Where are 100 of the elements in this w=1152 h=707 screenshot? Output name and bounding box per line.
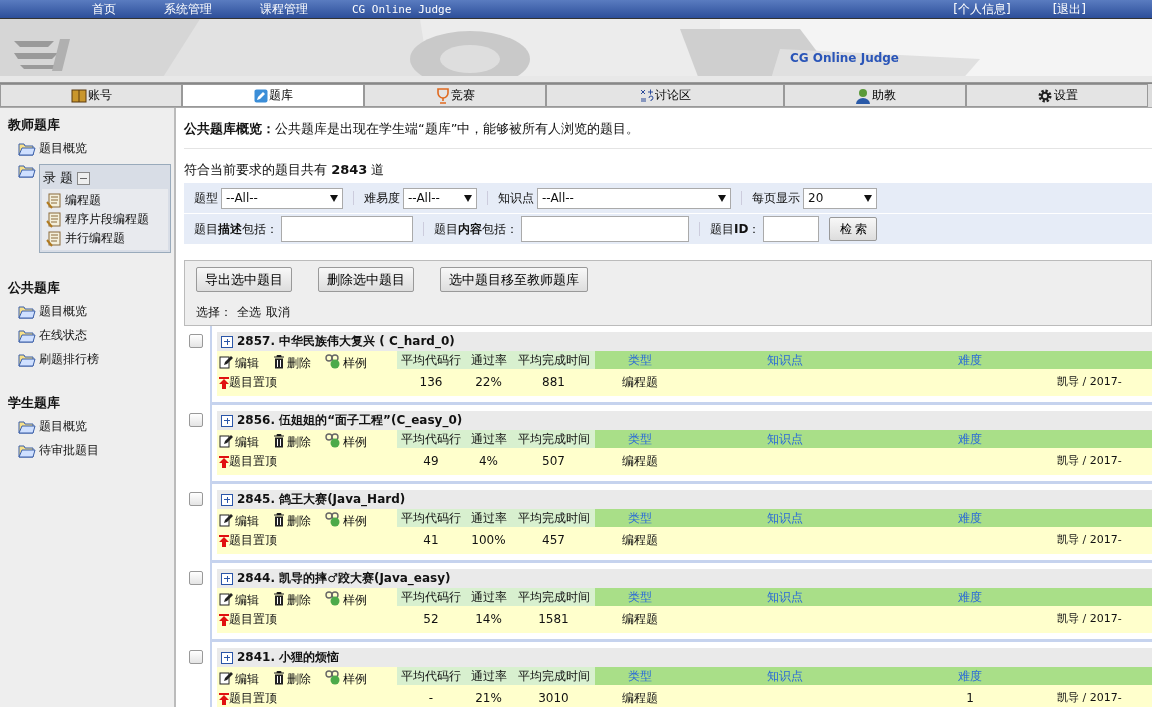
table-cell: 编程题 xyxy=(622,691,658,705)
action-link[interactable]: 样例 xyxy=(325,430,367,451)
nav-link[interactable]: 课程管理 xyxy=(260,0,308,18)
input-field[interactable] xyxy=(281,216,413,242)
column-header: 平均代码行 xyxy=(397,588,465,606)
column-header: 平均完成时间 xyxy=(512,588,595,606)
tab[interactable]: 设置 xyxy=(966,84,1148,107)
tab[interactable]: 题库 xyxy=(182,84,364,107)
select-link[interactable]: 全选 xyxy=(237,304,261,321)
checkbox[interactable] xyxy=(189,413,203,427)
action-link[interactable]: 删除 xyxy=(273,351,311,372)
sidebar-item[interactable]: 待审批题目 xyxy=(39,442,99,459)
checkbox[interactable] xyxy=(189,650,203,664)
up-arrow-icon xyxy=(219,375,229,389)
action-link[interactable]: 样例 xyxy=(325,588,367,609)
edit-icon xyxy=(219,512,233,527)
column-header: 通过率 xyxy=(465,351,512,369)
action-link[interactable]: 编辑 xyxy=(219,667,259,688)
action-link[interactable]: 删除 xyxy=(273,667,311,688)
document-icon xyxy=(46,211,62,228)
checkbox[interactable] xyxy=(189,492,203,506)
select-field[interactable]: --All-- xyxy=(403,187,477,209)
tab[interactable]: 助教 xyxy=(784,84,966,107)
select-field[interactable]: 20 xyxy=(803,187,877,209)
column-header: 类型 xyxy=(595,588,685,606)
table-cell: 编程题 xyxy=(622,533,658,547)
expand-icon[interactable] xyxy=(221,493,233,506)
table-cell: 凯导 / 2017- xyxy=(1057,691,1122,704)
up-arrow-icon xyxy=(219,612,229,626)
dropdown-arrow-icon xyxy=(864,194,872,202)
action-link[interactable]: 编辑 xyxy=(219,430,259,451)
action-link[interactable]: 删除 xyxy=(273,509,311,530)
edit-icon xyxy=(219,670,233,685)
checkbox[interactable] xyxy=(189,571,203,585)
action-link[interactable]: 样例 xyxy=(325,351,367,372)
column-header: 类型 xyxy=(595,509,685,527)
expand-icon[interactable] xyxy=(221,335,233,348)
up-arrow-icon xyxy=(219,454,229,468)
table-cell: - xyxy=(428,691,434,705)
pin-link[interactable]: 题目置顶 xyxy=(217,530,397,550)
pin-link[interactable]: 题目置顶 xyxy=(217,609,397,629)
table-cell: 457 xyxy=(542,533,565,547)
sidebar-item[interactable]: 题目概览 xyxy=(39,418,87,435)
person-icon xyxy=(854,87,871,104)
column-header: 难度 xyxy=(885,588,1055,606)
action-button[interactable]: 选中题目移至教师题库 xyxy=(440,267,588,292)
nav-link[interactable]: [个人信息] xyxy=(953,0,1011,18)
select-field[interactable]: --All-- xyxy=(221,187,343,209)
sidebar-item[interactable]: 题目概览 xyxy=(39,140,87,157)
sidebar-item[interactable]: 编程题 xyxy=(65,192,101,209)
expand-icon[interactable] xyxy=(221,572,233,585)
tab[interactable]: 竞赛 xyxy=(364,84,546,107)
search-button[interactable]: 检 索 xyxy=(829,217,878,241)
input-field[interactable] xyxy=(763,216,820,242)
tab[interactable]: 账号 xyxy=(0,84,182,107)
document-icon xyxy=(46,230,62,247)
edit-icon xyxy=(219,354,233,369)
pin-link[interactable]: 题目置顶 xyxy=(217,688,397,707)
nav-link[interactable]: 系统管理 xyxy=(164,0,212,18)
book-icon xyxy=(70,87,87,104)
sidebar-item[interactable]: 并行编程题 xyxy=(65,230,125,247)
sidebar-item[interactable]: 题目概览 xyxy=(39,303,87,320)
nav-link[interactable]: [退出] xyxy=(1052,0,1086,18)
action-link[interactable]: 编辑 xyxy=(219,351,259,372)
trash-icon xyxy=(273,512,285,527)
action-link[interactable]: 编辑 xyxy=(219,588,259,609)
expand-icon[interactable] xyxy=(221,651,233,664)
action-link[interactable]: 样例 xyxy=(325,509,367,530)
problem-title[interactable]: 2845. 鸽王大赛(Java_Hard) xyxy=(237,491,406,508)
table-cell: 52 xyxy=(423,612,439,626)
table-cell: 49 xyxy=(423,454,439,468)
column-header: 知识点 xyxy=(685,430,885,448)
action-link[interactable]: 删除 xyxy=(273,588,311,609)
up-arrow-icon xyxy=(219,533,229,547)
action-link[interactable]: 样例 xyxy=(325,667,367,688)
action-button[interactable]: 导出选中题目 xyxy=(196,267,292,292)
pin-link[interactable]: 题目置顶 xyxy=(217,451,397,471)
pin-link[interactable]: 题目置顶 xyxy=(217,372,397,392)
folder-icon xyxy=(18,419,36,434)
select-link[interactable]: 取消 xyxy=(266,304,290,321)
sidebar-item[interactable]: 程序片段编程题 xyxy=(65,211,149,228)
action-button[interactable]: 删除选中题目 xyxy=(318,267,414,292)
table-cell: 凯导 / 2017- xyxy=(1057,375,1122,388)
input-field[interactable] xyxy=(521,216,689,242)
problem-title[interactable]: 2841. 小狸的烦恼 xyxy=(237,649,340,666)
checkbox[interactable] xyxy=(189,334,203,348)
nav-link[interactable]: 首页 xyxy=(92,0,116,18)
glasses-icon xyxy=(325,354,341,369)
sidebar-item[interactable]: 刷题排行榜 xyxy=(39,351,99,368)
select-field[interactable]: --All-- xyxy=(537,187,731,209)
action-link[interactable]: 删除 xyxy=(273,430,311,451)
tab[interactable]: 讨论区 xyxy=(546,84,784,107)
expand-icon[interactable] xyxy=(221,414,233,427)
select-label: 选择： xyxy=(196,304,232,321)
column-header: 平均完成时间 xyxy=(512,509,595,527)
column-header: 平均代码行 xyxy=(397,509,465,527)
collapse-icon[interactable] xyxy=(77,171,91,185)
sidebar-item[interactable]: 在线状态 xyxy=(39,327,87,344)
action-link[interactable]: 编辑 xyxy=(219,509,259,530)
sidebar-item[interactable]: 录 题 xyxy=(43,169,74,187)
